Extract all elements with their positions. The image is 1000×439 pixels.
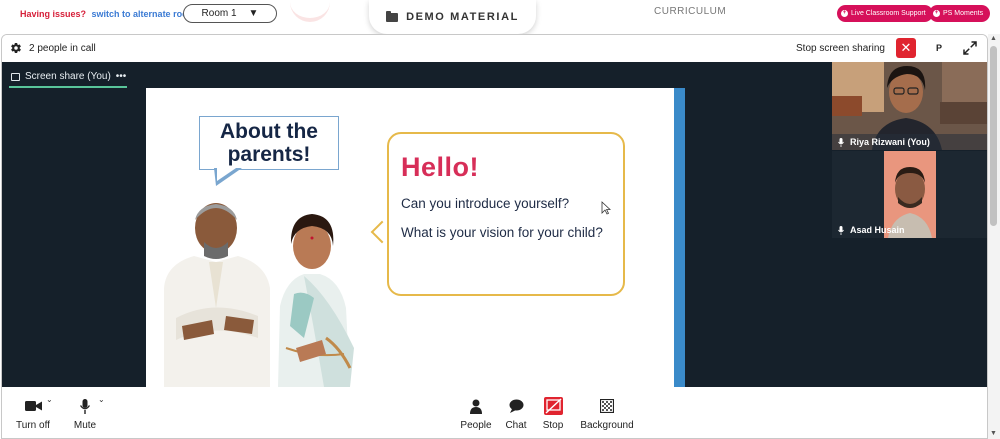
participant-tile-asad[interactable]: Asad Husain xyxy=(832,151,987,238)
screen-share-label: Screen share (You) xyxy=(25,71,111,82)
decorative-arc xyxy=(290,0,330,22)
expand-icon[interactable] xyxy=(961,39,979,57)
demo-material-label: DEMO MATERIAL xyxy=(406,11,519,23)
video-stage: Screen share (You) ••• About the parents… xyxy=(2,62,987,387)
participant-name-label: Asad Husain xyxy=(850,225,905,235)
people-button[interactable]: People xyxy=(458,397,494,431)
active-tab-indicator xyxy=(9,86,127,88)
participant-name-riya: Riya Rizwani (You) xyxy=(838,137,930,147)
switch-room-link[interactable]: switch to alternate room xyxy=(92,9,196,19)
scrollbar-thumb[interactable] xyxy=(990,46,997,226)
caret-down-icon: ▼ xyxy=(248,8,259,19)
mouse-cursor-icon xyxy=(601,201,611,215)
heading-speech-tail xyxy=(214,166,242,186)
ps-moments-button[interactable]: + PS Moments xyxy=(929,5,991,22)
microphone-icon xyxy=(80,398,90,414)
camera-options-chevron-icon[interactable]: ⌄ xyxy=(46,395,53,404)
screen-share-tab[interactable]: Screen share (You) ••• xyxy=(11,69,126,84)
chat-icon xyxy=(509,399,523,413)
more-options-icon[interactable]: ••• xyxy=(116,71,127,82)
gear-icon[interactable] xyxy=(10,42,22,54)
room-select-value: Room 1 xyxy=(201,8,237,19)
hello-heading: Hello! xyxy=(401,152,480,182)
stop-share-button[interactable]: Stop xyxy=(540,397,566,431)
issues-notice: Having issues? switch to alternate room xyxy=(20,9,196,19)
shared-slide: About the parents! Hello! Can you introd… xyxy=(146,88,674,387)
mic-options-chevron-icon[interactable]: ⌄ xyxy=(98,395,105,404)
participant-name-label: Riya Rizwani (You) xyxy=(850,137,930,147)
question-intro: Can you introduce yourself? xyxy=(401,196,570,211)
meeting-window: 2 people in call Stop screen sharing ✕ P… xyxy=(1,34,988,439)
ps-moments-label: PS Moments xyxy=(943,10,984,17)
demo-material-tab[interactable]: DEMO MATERIAL xyxy=(369,0,536,34)
live-support-label: Live Classroom Support xyxy=(851,10,926,17)
video-camera-icon xyxy=(24,401,42,411)
mute-button[interactable]: Mute ⌄ xyxy=(72,395,105,431)
page-scrollbar[interactable]: ▲ ▼ xyxy=(988,34,1000,439)
mute-label: Mute xyxy=(73,420,97,431)
live-support-button[interactable]: + Live Classroom Support xyxy=(837,5,933,22)
hello-speech-bubble: Hello! Can you introduce yourself? What … xyxy=(387,132,625,296)
app-topbar: Having issues? switch to alternate room … xyxy=(0,0,1000,34)
mic-icon xyxy=(838,137,844,147)
slide-edge-strip xyxy=(674,88,685,387)
background-label: Background xyxy=(580,420,634,431)
curriculum-tab[interactable]: CURRICULUM xyxy=(654,6,726,17)
room-select[interactable]: Room 1 ▼ xyxy=(183,4,277,23)
scroll-up-arrow-icon[interactable]: ▲ xyxy=(990,35,997,42)
chat-button[interactable]: Chat xyxy=(503,397,529,431)
participant-tile-riya[interactable]: Riya Rizwani (You) xyxy=(832,62,987,150)
moments-icon: + xyxy=(933,10,940,17)
stop-sharing-label: Stop screen sharing xyxy=(796,43,885,54)
camera-toggle-button[interactable]: Turn off ⌄ xyxy=(14,395,53,431)
background-button[interactable]: Background xyxy=(578,397,636,431)
stop-share-icon xyxy=(543,397,563,415)
stop-sharing-button[interactable]: ✕ xyxy=(896,38,916,58)
about-parents-heading: About the parents! xyxy=(199,116,339,170)
stop-label: Stop xyxy=(542,420,564,431)
parents-photo xyxy=(164,203,354,387)
folder-icon xyxy=(386,10,399,22)
issues-text: Having issues? xyxy=(20,9,87,19)
pip-button[interactable]: P xyxy=(929,38,949,58)
screen-share-icon xyxy=(11,72,20,81)
meeting-header: 2 people in call Stop screen sharing ✕ P xyxy=(2,35,987,62)
mic-icon xyxy=(838,225,844,235)
question-vision: What is your vision for your child? xyxy=(401,225,603,240)
background-icon xyxy=(600,399,614,413)
support-icon: + xyxy=(841,10,848,17)
chat-label: Chat xyxy=(505,420,527,431)
participant-name-asad: Asad Husain xyxy=(838,225,905,235)
camera-label: Turn off xyxy=(16,420,50,431)
people-in-call-count: 2 people in call xyxy=(29,43,96,54)
people-icon xyxy=(470,399,482,414)
call-toolbar: Turn off ⌄ Mute ⌄ People Chat Stop Backg… xyxy=(2,387,987,438)
people-label: People xyxy=(460,420,492,431)
scroll-down-arrow-icon[interactable]: ▼ xyxy=(990,430,997,437)
